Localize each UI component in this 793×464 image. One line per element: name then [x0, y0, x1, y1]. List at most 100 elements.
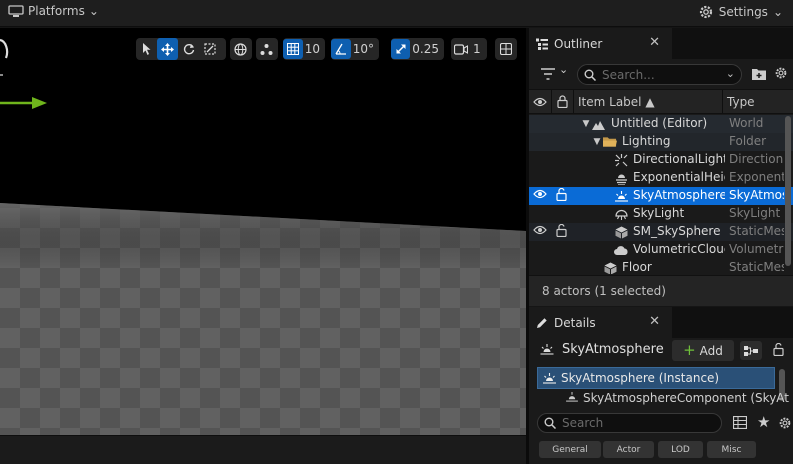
outliner-row-volumetriccloud[interactable]: VolumetricClouc Volumetri [529, 241, 793, 259]
outliner-row-type: Folder [729, 134, 767, 148]
column-divider[interactable] [722, 90, 723, 113]
outliner-row-directionallight[interactable]: DirectionalLight Directiona [529, 151, 793, 169]
settings-menu[interactable]: Settings ⌄ [698, 4, 783, 20]
lock-column-header[interactable] [557, 90, 568, 113]
filter-icon[interactable] [541, 68, 555, 80]
fog-icon [614, 171, 628, 185]
search-icon [584, 69, 596, 81]
rotation-snap-value[interactable]: 10° [351, 42, 379, 56]
chevron-down-icon: ⌄ [772, 5, 783, 19]
tab-details[interactable]: Details ✕ [529, 307, 672, 338]
rotation-snap-toggle[interactable] [331, 39, 351, 59]
cursor-icon [142, 43, 150, 55]
filter-lod[interactable]: LOD [658, 441, 703, 458]
outliner-row-sm-skysphere[interactable]: SM_SkySphere StaticMes [529, 223, 793, 241]
outliner-row-type: Volumetri [729, 242, 784, 256]
outliner-panel: Outliner ✕ ⌄ Search... ⌄ Item Label ▲ Ty… [529, 28, 793, 306]
grid-snap-toggle[interactable] [283, 39, 303, 59]
component-tree-root[interactable]: SkyAtmosphere (Instance) [537, 367, 775, 389]
actor-name-field[interactable]: SkyAtmosphere [562, 342, 664, 357]
filter-general[interactable]: General [539, 441, 601, 458]
blueprint-button[interactable] [740, 341, 762, 360]
pencil-icon [537, 317, 547, 328]
layout-group [495, 38, 517, 60]
chevron-down-icon[interactable]: ⌄ [559, 63, 568, 76]
coord-space-group [230, 38, 252, 60]
unlock-icon[interactable] [556, 187, 567, 204]
camera-speed-toggle[interactable] [451, 39, 471, 59]
item-label-column-header[interactable]: Item Label ▲ [578, 90, 655, 113]
component-tree-item[interactable]: SkyAtmosphereComponent (SkyAt [557, 391, 793, 405]
scale-snap-group[interactable]: 0.25 [391, 38, 444, 60]
add-folder-icon[interactable] [752, 67, 766, 80]
outliner-search-input[interactable]: Search... ⌄ [577, 64, 742, 85]
column-divider[interactable] [573, 90, 574, 113]
move-tool-button[interactable] [157, 38, 178, 60]
chevron-down-icon[interactable]: ⌄ [726, 67, 735, 80]
outliner-row-skyatmosphere[interactable]: SkyAtmosphere SkyAtmos [529, 187, 793, 205]
close-icon[interactable]: ✕ [649, 314, 660, 329]
star-icon[interactable]: ★ [757, 413, 770, 431]
outliner-row-type: StaticMes [729, 224, 784, 238]
grid-icon [286, 43, 299, 55]
outliner-scrollbar[interactable] [785, 116, 791, 266]
scale-snap-value[interactable]: 0.25 [410, 42, 444, 56]
outliner-row-exponentialheightfog[interactable]: ExponentialHeig Exponent [529, 169, 793, 187]
add-component-button[interactable]: + Add [672, 340, 734, 361]
close-icon[interactable]: ✕ [649, 35, 660, 50]
layout-icon [499, 43, 512, 55]
outliner-tabbar: Outliner ✕ [529, 28, 793, 59]
visibility-column-header[interactable] [533, 90, 547, 113]
eye-icon[interactable] [533, 189, 547, 202]
scale-snap-toggle[interactable] [391, 39, 411, 59]
move-icon [161, 42, 174, 56]
viewport-toolbar: 10 10° 0.25 1 [0, 38, 526, 62]
green-axis-arrow[interactable] [0, 96, 48, 110]
outliner-row-skylight[interactable]: SkyLight SkyLight [529, 205, 793, 223]
level-viewport[interactable]: 10 10° 0.25 1 [0, 28, 526, 435]
details-search-input[interactable]: Search [537, 413, 722, 433]
details-tab-label: Details [554, 315, 596, 330]
outliner-row-name: Lighting [622, 134, 671, 148]
rotate-tool-button[interactable] [178, 38, 199, 60]
sky-atmosphere-icon [614, 189, 628, 203]
angle-icon [335, 43, 346, 55]
component-label: SkyAtmosphereComponent (SkyAt [583, 391, 789, 405]
gear-icon[interactable] [774, 66, 788, 80]
filter-actor[interactable]: Actor [603, 441, 654, 458]
grid-snap-group[interactable]: 10 [283, 38, 325, 60]
world-space-button[interactable] [230, 38, 251, 60]
scale-tool-button[interactable] [199, 38, 220, 60]
surface-snap-button[interactable] [256, 38, 277, 60]
outliner-row-floor[interactable]: Floor StaticMes [529, 259, 793, 274]
blueprint-icon [744, 345, 758, 356]
rotation-snap-group[interactable]: 10° [331, 38, 379, 60]
surface-snap-group [256, 38, 278, 60]
select-tool-button[interactable] [136, 38, 157, 60]
outliner-row-untitled-editor[interactable]: ▼ Untitled (Editor) World [529, 115, 793, 133]
camera-speed-group[interactable]: 1 [451, 38, 487, 60]
tab-outliner[interactable]: Outliner ✕ [529, 28, 672, 59]
sky-light-icon [614, 207, 628, 221]
lock-icon[interactable] [773, 343, 784, 356]
eye-icon [533, 97, 547, 106]
camera-speed-value[interactable]: 1 [471, 42, 486, 56]
static-mesh-icon [614, 225, 628, 239]
outliner-row-name: VolumetricClouc [633, 242, 725, 256]
platforms-icon [8, 5, 24, 17]
grid-snap-value[interactable]: 10 [303, 42, 325, 56]
gear-icon[interactable] [778, 416, 792, 430]
filter-misc[interactable]: Misc [707, 441, 756, 458]
eye-icon[interactable] [533, 225, 547, 238]
table-view-icon[interactable] [733, 416, 747, 429]
type-column-header[interactable]: Type [727, 90, 755, 113]
platforms-label: Platforms [28, 4, 85, 18]
column-divider[interactable] [551, 90, 552, 113]
outliner-row-lighting[interactable]: ▼ Lighting Folder [529, 133, 793, 151]
expand-arrow-icon[interactable]: ▼ [590, 135, 604, 149]
outliner-row-type: Exponent [729, 170, 784, 184]
viewport-layout-button[interactable] [495, 38, 516, 60]
platforms-menu[interactable]: Platforms ⌄ [8, 4, 99, 18]
sky-atmosphere-icon [540, 344, 554, 355]
unlock-icon[interactable] [556, 223, 567, 240]
